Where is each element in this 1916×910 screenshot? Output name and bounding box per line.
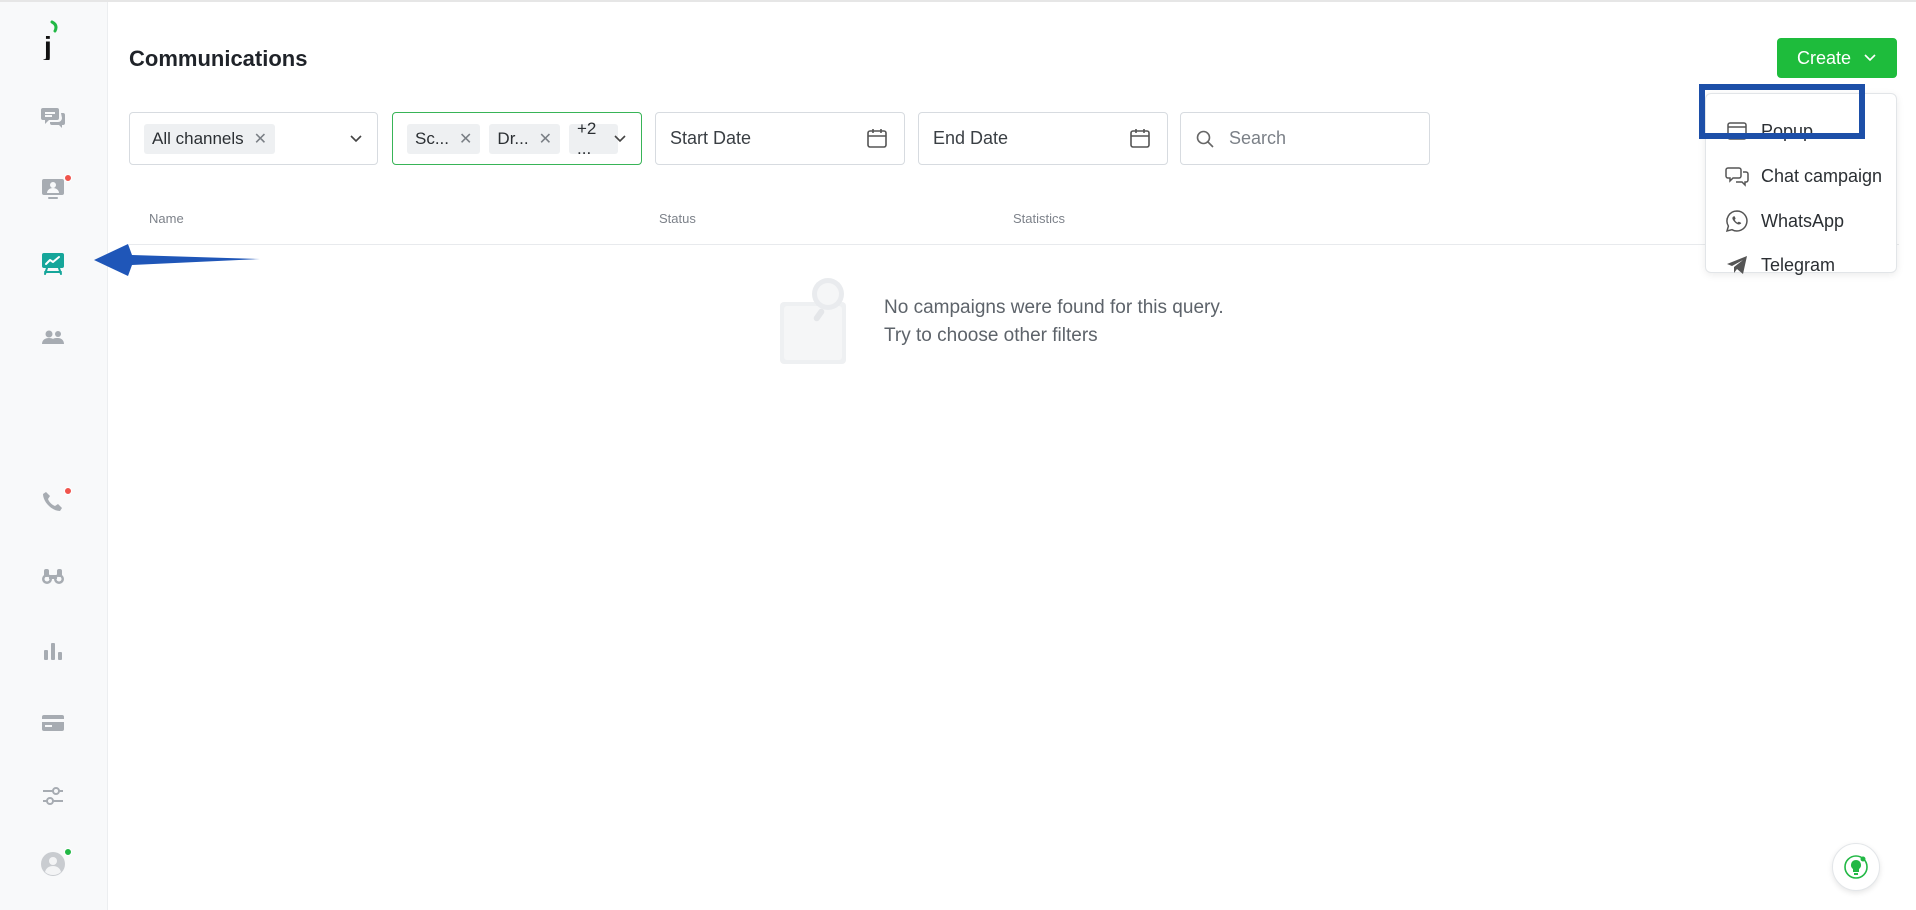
visitors-icon [42, 179, 64, 199]
annotation-highlight-box [1699, 84, 1865, 139]
table-header-divider [129, 244, 1899, 245]
sidebar-item-monitoring[interactable] [34, 557, 72, 595]
create-button[interactable]: Create [1777, 38, 1897, 78]
search-input[interactable]: Search [1180, 112, 1430, 165]
menu-item-chat-campaign[interactable]: Chat campaign [1725, 161, 1882, 191]
whatsapp-icon [1725, 210, 1748, 233]
chip-label: Sc... [415, 128, 450, 148]
campaigns-icon [42, 253, 64, 275]
online-status-dot [64, 848, 72, 856]
user-avatar-icon [41, 852, 65, 876]
calendar-icon[interactable] [1129, 127, 1151, 149]
annotation-arrow [94, 244, 260, 276]
sidebar-item-reports[interactable] [34, 632, 72, 670]
column-header-status[interactable]: Status [659, 211, 696, 226]
column-header-name[interactable]: Name [149, 211, 184, 226]
help-widget-button[interactable] [1832, 843, 1880, 891]
help-lightbulb-icon [1844, 855, 1868, 879]
column-header-statistics[interactable]: Statistics [1013, 211, 1065, 226]
billing-icon [42, 715, 64, 731]
sidebar-item-visitors[interactable] [34, 170, 72, 208]
filter-chip: Dr... ✕ [489, 123, 560, 154]
sidebar: j [0, 2, 108, 910]
sidebar-item-settings[interactable] [34, 777, 72, 815]
empty-state-line-2: Try to choose other filters [884, 325, 1098, 346]
sidebar-item-calls[interactable] [34, 483, 72, 521]
more-chips-counter[interactable]: +2 ... [569, 119, 618, 158]
menu-item-label: WhatsApp [1761, 210, 1845, 231]
search-icon [1196, 130, 1214, 148]
sidebar-item-team[interactable] [34, 318, 72, 356]
chip-label: Dr... [497, 128, 529, 148]
chevron-down-icon [350, 135, 362, 143]
chip-label: +2 ... [577, 118, 597, 158]
start-date-input[interactable]: Start Date [655, 112, 905, 165]
end-date-placeholder: End Date [933, 128, 1009, 148]
remove-chip-icon[interactable]: ✕ [459, 129, 472, 149]
chat-bubbles-icon [1725, 167, 1749, 187]
notification-dot [64, 174, 72, 182]
jivo-logo[interactable]: j [38, 20, 68, 60]
start-date-placeholder: Start Date [670, 128, 752, 148]
empty-search-illustration [780, 278, 846, 364]
search-placeholder: Search [1229, 128, 1287, 148]
svg-text:j: j [43, 31, 52, 60]
filter-chip: All channels ✕ [144, 123, 276, 154]
chevron-down-icon [614, 135, 626, 143]
menu-item-label: Telegram [1761, 254, 1836, 275]
settings-sliders-icon [43, 787, 63, 805]
chats-icon [41, 108, 65, 128]
create-button-label: Create [1796, 47, 1852, 68]
empty-state-line-1: No campaigns were found for this query. [884, 297, 1224, 318]
team-icon [42, 330, 64, 344]
sidebar-item-billing[interactable] [34, 704, 72, 742]
binoculars-icon [42, 569, 64, 584]
end-date-input[interactable]: End Date [918, 112, 1168, 165]
sidebar-item-chats[interactable] [34, 98, 72, 136]
status-filter-select[interactable]: Sc... ✕ Dr... ✕ +2 ... [392, 112, 642, 165]
channels-filter-select[interactable]: All channels ✕ [129, 112, 378, 165]
page-title: Communications [129, 46, 308, 71]
reports-icon [44, 643, 62, 660]
menu-item-label: Chat campaign [1761, 165, 1883, 186]
chip-label: All channels [152, 128, 244, 148]
calendar-icon[interactable] [866, 127, 888, 149]
chevron-down-icon [1864, 54, 1876, 62]
remove-chip-icon[interactable]: ✕ [254, 129, 267, 149]
notification-dot [64, 487, 72, 495]
remove-chip-icon[interactable]: ✕ [539, 129, 552, 149]
calls-icon [43, 492, 62, 511]
menu-item-whatsapp[interactable]: WhatsApp [1725, 206, 1844, 236]
sidebar-item-profile[interactable] [34, 845, 72, 883]
top-border [0, 0, 1916, 2]
sidebar-item-campaigns[interactable] [34, 244, 72, 282]
filter-chip: Sc... ✕ [407, 123, 481, 154]
telegram-icon [1727, 256, 1747, 274]
menu-item-telegram[interactable]: Telegram [1725, 250, 1835, 280]
empty-state-message: No campaigns were found for this query. … [884, 294, 1224, 350]
